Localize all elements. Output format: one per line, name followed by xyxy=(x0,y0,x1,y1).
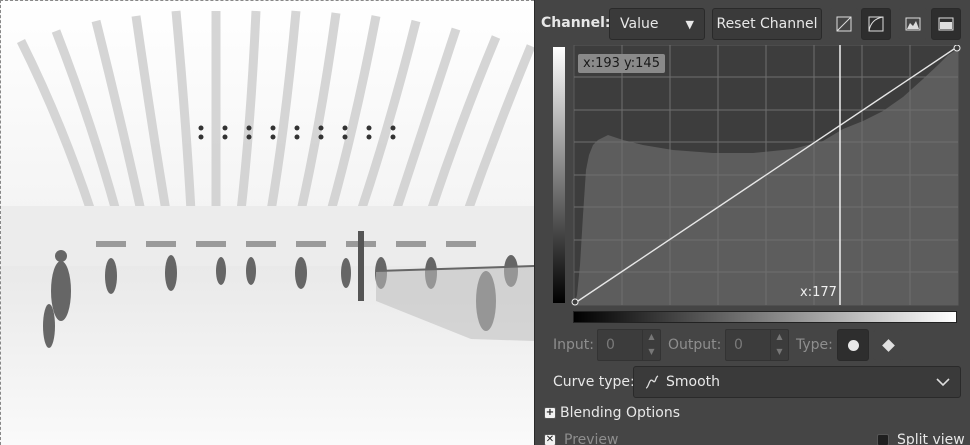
spin-up-icon[interactable]: ▲ xyxy=(771,329,788,344)
output-spinner[interactable]: 0 ▲ ▼ xyxy=(725,329,789,361)
split-view-label: Split view xyxy=(897,432,965,445)
expand-plus-icon[interactable]: + xyxy=(544,407,556,419)
input-gradient-bar xyxy=(573,311,957,323)
logarithmic-view-button[interactable] xyxy=(931,8,961,40)
linear-histogram-button[interactable] xyxy=(829,8,859,40)
corner-point-button[interactable] xyxy=(873,329,903,361)
natural-view-button[interactable] xyxy=(898,8,928,40)
chevron-down-icon xyxy=(936,377,950,386)
reset-channel-label: Reset Channel xyxy=(716,16,818,32)
type-label: Type: xyxy=(796,337,833,353)
smooth-point-icon xyxy=(847,339,859,351)
preview-checkbox[interactable]: ✕ xyxy=(544,434,556,445)
spin-down-icon[interactable]: ▼ xyxy=(771,344,788,359)
spin-up-icon[interactable]: ▲ xyxy=(643,329,660,344)
output-label: Output: xyxy=(668,337,722,353)
input-label: Input: xyxy=(553,337,594,353)
log-histogram-icon xyxy=(868,16,884,32)
reset-channel-button[interactable]: Reset Channel xyxy=(712,8,822,40)
coordinate-badge: x:193 y:145 xyxy=(578,54,665,73)
input-spinner[interactable]: 0 ▲ ▼ xyxy=(597,329,661,361)
blending-options-label[interactable]: Blending Options xyxy=(560,405,680,421)
channel-select[interactable]: Value ▼ xyxy=(609,8,705,40)
preview-label: Preview xyxy=(564,432,619,445)
curve-point-end[interactable] xyxy=(953,45,961,52)
output-gradient-bar xyxy=(553,47,565,303)
curve-type-value: Smooth xyxy=(666,374,721,390)
log-histogram-button[interactable] xyxy=(861,8,891,40)
linear-histogram-icon xyxy=(836,16,852,32)
chevron-down-icon: ▼ xyxy=(685,17,694,31)
x-readout: x:177 xyxy=(800,285,837,300)
curve-type-select[interactable]: Smooth xyxy=(633,366,961,398)
split-view-checkbox[interactable] xyxy=(877,434,889,445)
curve-graph[interactable] xyxy=(553,45,961,309)
logarithmic-view-icon xyxy=(938,17,954,31)
photo-oculus-hall xyxy=(1,1,534,445)
channel-select-value: Value xyxy=(620,16,659,32)
corner-point-icon xyxy=(881,338,895,352)
smooth-curve-icon xyxy=(645,375,659,389)
spin-down-icon[interactable]: ▼ xyxy=(643,344,660,359)
curve-type-label: Curve type: xyxy=(553,374,635,390)
natural-view-icon xyxy=(905,17,921,31)
curve-point-start[interactable] xyxy=(571,298,579,306)
output-value: 0 xyxy=(734,337,743,353)
input-value: 0 xyxy=(606,337,615,353)
smooth-point-button[interactable] xyxy=(837,329,869,361)
channel-label: Channel: xyxy=(541,15,611,31)
image-canvas[interactable] xyxy=(0,0,534,445)
